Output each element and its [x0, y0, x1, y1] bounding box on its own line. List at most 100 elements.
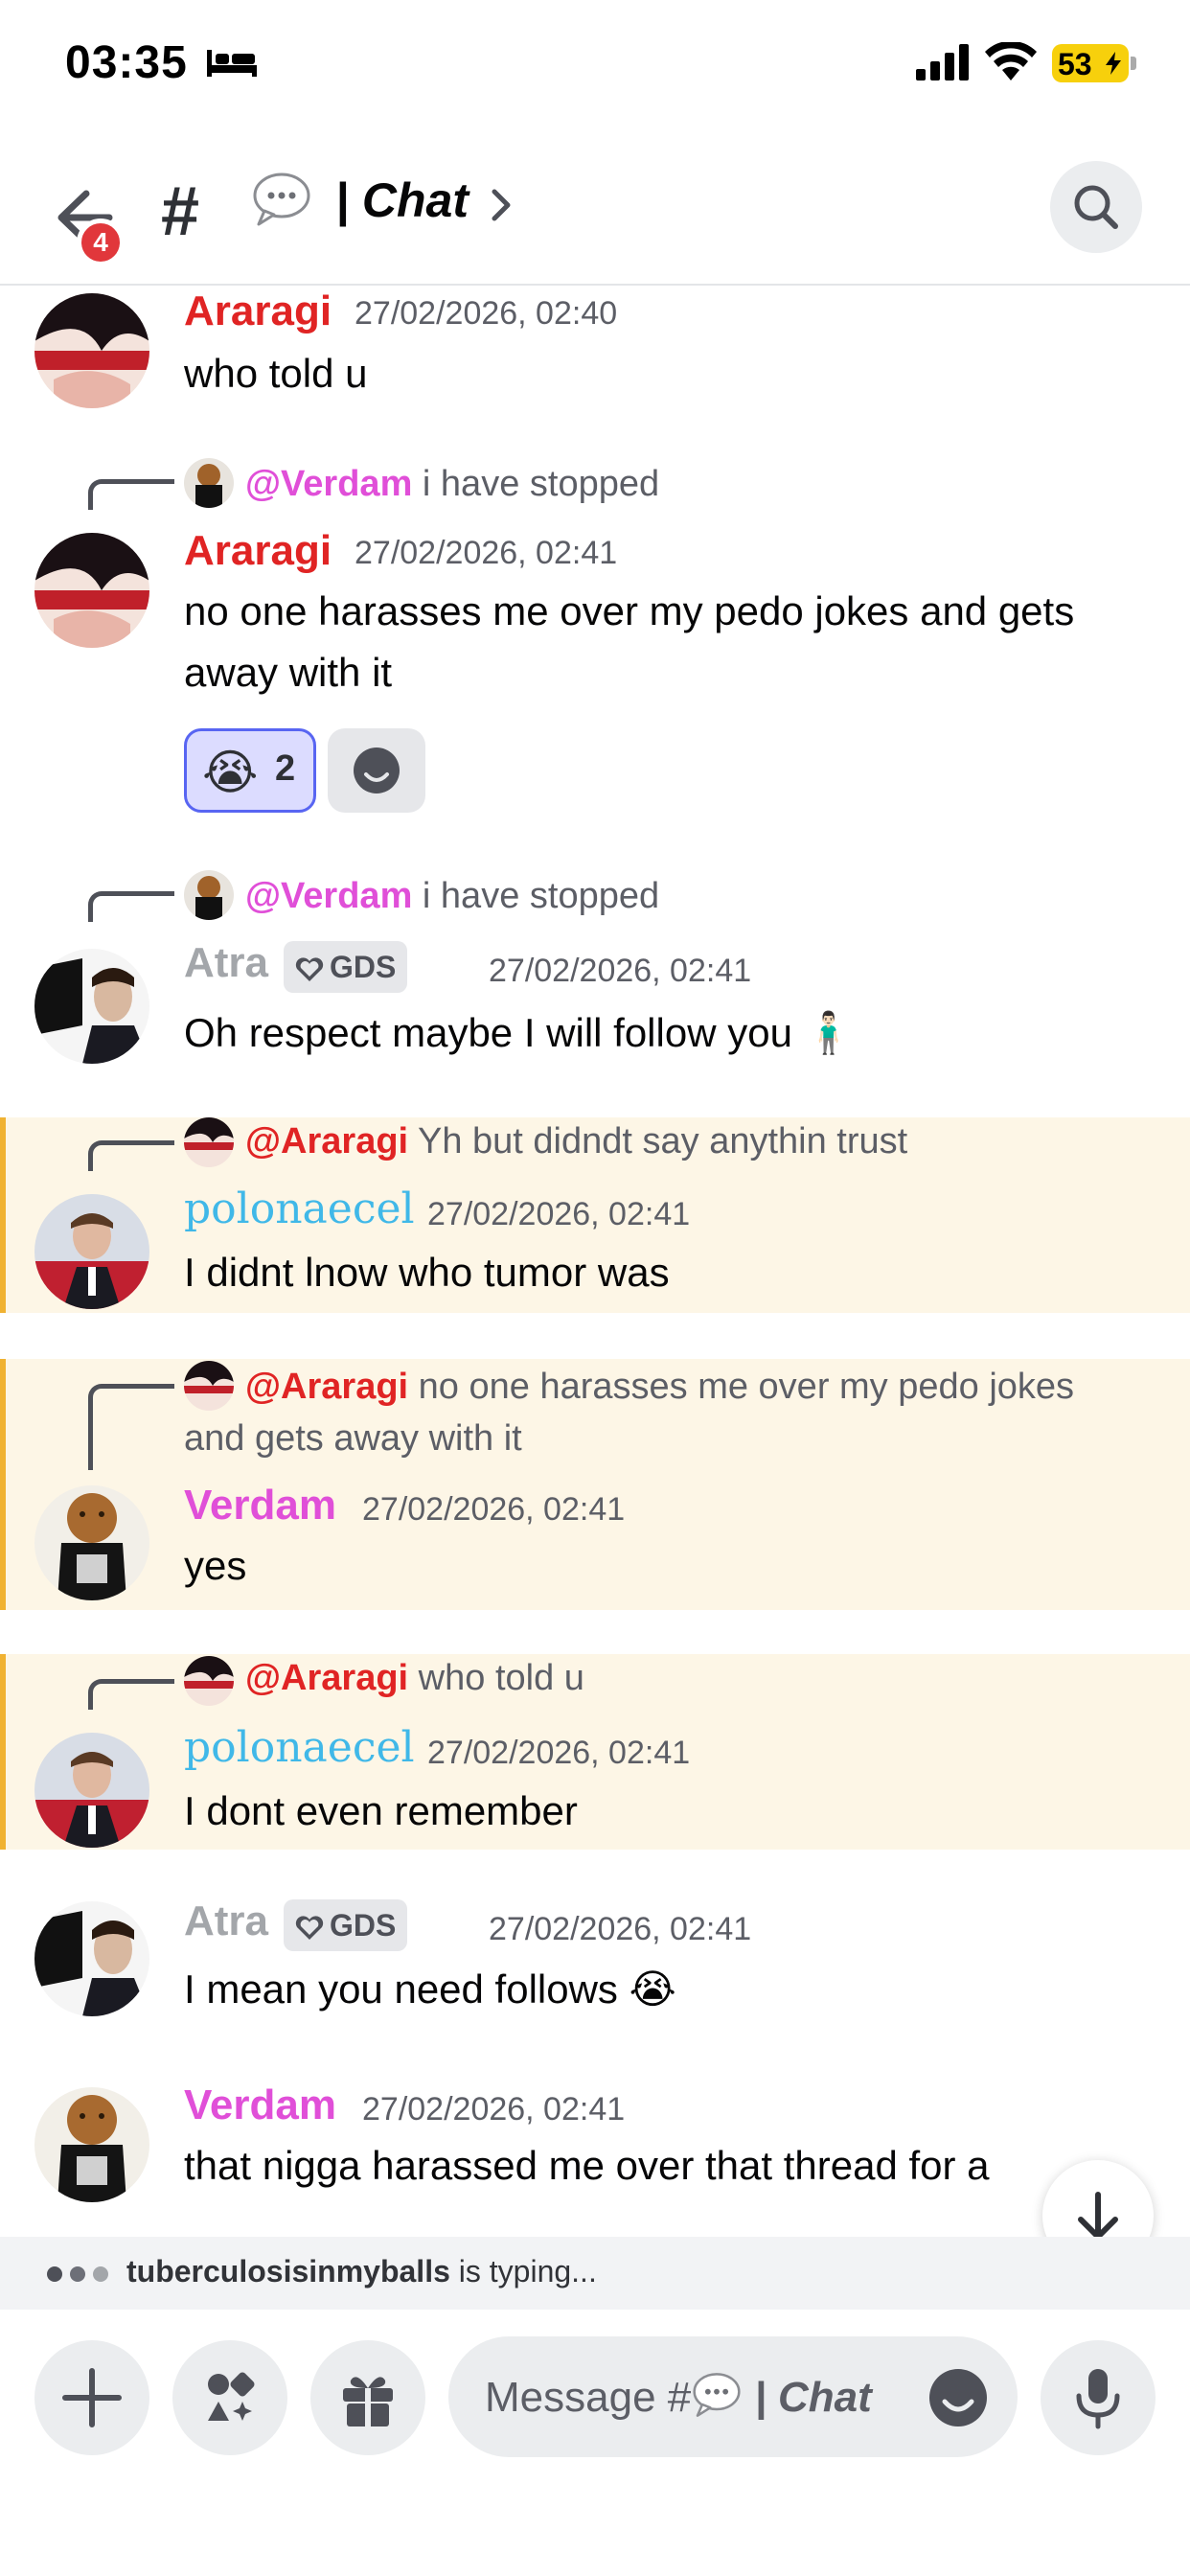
voice-message-button[interactable]: [1041, 2340, 1156, 2455]
author-name[interactable]: Verdam: [184, 1482, 336, 1530]
gift-button[interactable]: [310, 2340, 425, 2455]
wifi-icon: [985, 42, 1037, 80]
author-name[interactable]: Atra: [184, 939, 268, 987]
author-name[interactable]: Verdam: [184, 2082, 336, 2129]
plus-icon: [62, 2368, 122, 2427]
message-mention[interactable]: @Araragi no one harasses me over my pedo…: [0, 1359, 1190, 1610]
typing-dots-icon: [47, 2266, 108, 2282]
timestamp: 27/02/2026, 02:41: [489, 1911, 752, 1947]
avatar-atra[interactable]: [34, 949, 149, 1064]
timestamp: 27/02/2026, 02:41: [362, 2091, 626, 2128]
emoji-icon[interactable]: [927, 2367, 989, 2428]
message-placeholder: Message # | Chat: [485, 2371, 872, 2422]
timestamp: 27/02/2026, 02:41: [362, 1491, 626, 1528]
apps-button[interactable]: [172, 2340, 287, 2455]
charging-icon: [1106, 52, 1121, 75]
server-tag[interactable]: GDS: [284, 1899, 408, 1951]
reaction-count: 2: [275, 748, 296, 789]
message-mention[interactable]: @Araragi Yh but didndt say anythin trust…: [0, 1117, 1190, 1313]
reaction-pill[interactable]: 😭 2: [184, 728, 316, 813]
reply-mention[interactable]: @Araragi: [245, 1121, 408, 1162]
message-input[interactable]: Message # | Chat: [448, 2336, 1018, 2457]
apps-icon: [208, 2372, 255, 2421]
message-text: Oh respect maybe I will follow you 🧍🏻‍♂️: [184, 1010, 854, 1055]
message-text: no one harasses me over my pedo jokes an…: [184, 588, 1075, 695]
chevron-right-icon[interactable]: [487, 184, 515, 226]
reply-avatar: [184, 1656, 234, 1706]
placeholder-prefix: Message #: [485, 2374, 692, 2421]
avatar-polonaecel[interactable]: [34, 1733, 149, 1848]
reply-snippet: Yh but didndt say anythin trust: [417, 1121, 908, 1162]
typing-suffix: is typing...: [458, 2254, 597, 2288]
reply-connector: [88, 891, 174, 922]
message-text: I dont even remember: [184, 1788, 578, 1833]
reply-connector: [88, 1679, 174, 1710]
placeholder-channel: | Chat: [754, 2374, 872, 2421]
message-mention[interactable]: @Araragi who told u polonaecel 27/02/202…: [0, 1654, 1190, 1850]
heart-icon: [295, 1915, 324, 1940]
message[interactable]: Araragi 27/02/2026, 02:40 who told u: [0, 288, 1190, 422]
message-text: yes: [184, 1543, 247, 1588]
timestamp: 27/02/2026, 02:41: [427, 1735, 691, 1771]
microphone-icon: [1076, 2369, 1120, 2429]
reply-preview[interactable]: @Araragi no one harasses me over my pedo…: [184, 1361, 1142, 1464]
reply-preview[interactable]: @Verdam i have stopped: [245, 464, 659, 505]
server-tag-label: GDS: [330, 1908, 397, 1943]
message[interactable]: @Verdam i have stopped Araragi 27/02/202…: [0, 450, 1190, 824]
timestamp: 27/02/2026, 02:41: [489, 953, 752, 989]
reply-mention[interactable]: @Verdam: [245, 876, 412, 916]
reply-snippet: i have stopped: [422, 464, 660, 504]
avatar-verdam[interactable]: [34, 1485, 149, 1600]
heart-icon: [295, 956, 324, 981]
battery-cap: [1131, 57, 1136, 70]
battery-indicator: 53: [1052, 44, 1136, 82]
timestamp: 27/02/2026, 02:41: [355, 535, 618, 571]
speech-bubble-icon: [693, 2373, 741, 2417]
reply-preview[interactable]: @Araragi who told u: [245, 1658, 584, 1699]
server-tag-label: GDS: [330, 950, 397, 984]
message-composer: Message # | Chat: [0, 2310, 1190, 2576]
channel-header: 4 # | Chat: [0, 144, 1190, 286]
reply-mention[interactable]: @Verdam: [245, 464, 412, 504]
typing-indicator: tuberculosisinmyballs is typing...: [0, 2237, 1190, 2310]
avatar-araragi[interactable]: [34, 533, 149, 648]
reply-snippet: i have stopped: [422, 876, 660, 916]
gift-icon: [343, 2377, 393, 2426]
reply-connector: [88, 1140, 174, 1171]
typing-user: tuberculosisinmyballs: [126, 2254, 450, 2288]
add-reaction-button[interactable]: [328, 728, 425, 813]
reply-connector: [88, 1384, 174, 1470]
avatar-atra[interactable]: [34, 1901, 149, 2016]
search-icon: [1074, 185, 1118, 229]
author-name[interactable]: polonaecel: [184, 1184, 415, 1233]
battery-level: 53: [1058, 47, 1092, 81]
message[interactable]: @Verdam i have stopped Atra GDS 27/02/20…: [0, 862, 1190, 1064]
author-name[interactable]: Atra: [184, 1898, 268, 1945]
reply-avatar: [184, 1117, 234, 1167]
avatar-polonaecel[interactable]: [34, 1194, 149, 1309]
search-button[interactable]: [1050, 161, 1142, 253]
reply-mention[interactable]: @Araragi: [245, 1658, 408, 1698]
message-list[interactable]: Araragi 27/02/2026, 02:40 who told u @Ve…: [0, 288, 1190, 2238]
reply-mention[interactable]: @Araragi: [245, 1367, 408, 1407]
server-tag[interactable]: GDS: [284, 941, 408, 993]
author-name[interactable]: Araragi: [184, 527, 332, 575]
message[interactable]: Verdam 27/02/2026, 02:41 that nigga hara…: [0, 2082, 1190, 2238]
reply-snippet: who told u: [418, 1658, 584, 1698]
message-text: that nigga harassed me over that thread …: [184, 2143, 990, 2188]
bed-icon: [207, 50, 257, 77]
author-name[interactable]: Araragi: [184, 288, 332, 335]
reply-preview[interactable]: @Verdam i have stopped: [245, 876, 659, 917]
channel-title[interactable]: | Chat: [335, 172, 469, 228]
attach-button[interactable]: [34, 2340, 149, 2455]
avatar-araragi[interactable]: [34, 293, 149, 408]
status-time: 03:35: [65, 37, 188, 88]
hash-icon: #: [161, 173, 200, 250]
reply-preview[interactable]: @Araragi Yh but didndt say anythin trust: [245, 1121, 907, 1162]
typing-text: tuberculosisinmyballs is typing...: [126, 2254, 597, 2289]
author-name[interactable]: polonaecel: [184, 1723, 415, 1772]
message-text: I mean you need follows 😭: [184, 1966, 676, 2012]
message[interactable]: Atra GDS 27/02/2026, 02:41 I mean you ne…: [0, 1898, 1190, 2041]
avatar-verdam[interactable]: [34, 2087, 149, 2202]
speech-bubble-icon: [253, 172, 310, 226]
